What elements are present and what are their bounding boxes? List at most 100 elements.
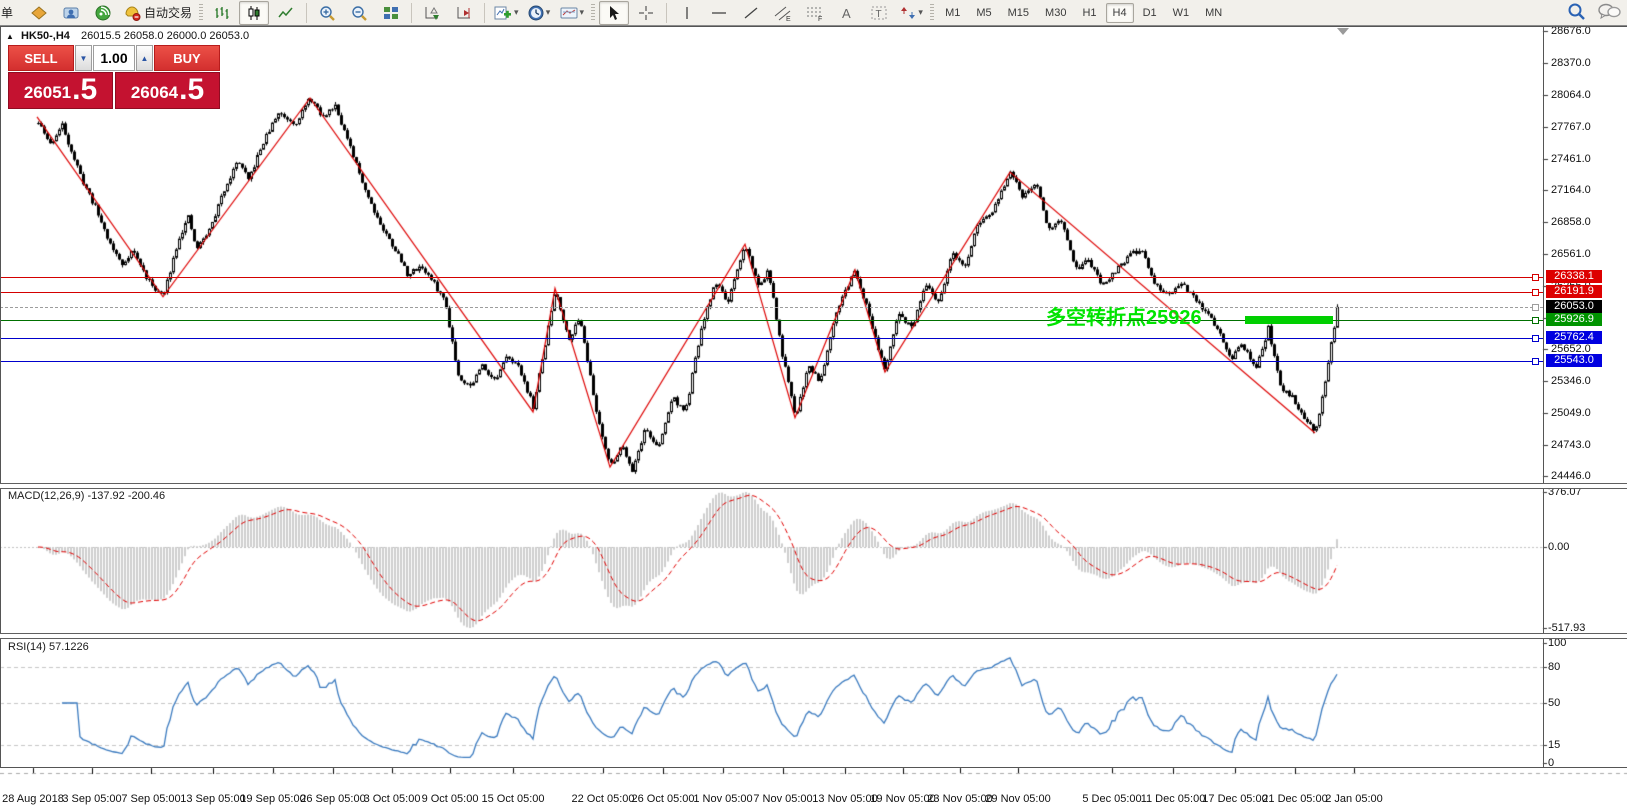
volume-input[interactable]: [94, 46, 134, 70]
horizontal-line[interactable]: [0, 292, 1543, 293]
line-anchor-marker: [1532, 358, 1539, 365]
timeframe-mn[interactable]: MN: [1198, 3, 1229, 23]
buy-button[interactable]: BUY: [154, 45, 220, 71]
toolbar: 单 自动交易 ▾ ▾ ▾ E F A T ▾ M1 M5 M15 M30 H1 …: [0, 0, 1627, 26]
sell-price-fraction: .5: [72, 73, 98, 106]
horizontal-line[interactable]: [0, 277, 1543, 278]
fibonacci-tool-icon[interactable]: F: [800, 1, 830, 25]
equidistant-channel-tool-icon[interactable]: E: [768, 1, 798, 25]
price-tick-label: 25346.0: [1551, 375, 1591, 388]
cursor-tool-icon[interactable]: [599, 0, 630, 25]
toolbar-grip[interactable]: [199, 3, 204, 22]
bar-chart-type-icon[interactable]: [207, 1, 237, 25]
svg-text:A: A: [842, 6, 851, 21]
price-tag: 26338.1: [1546, 270, 1602, 283]
timeframe-m5[interactable]: M5: [969, 3, 998, 23]
line-chart-type-icon[interactable]: [271, 1, 301, 25]
price-tick-label: 27767.0: [1551, 120, 1591, 133]
zoom-out-icon[interactable]: [344, 1, 374, 25]
vertical-line-tool-icon[interactable]: [672, 1, 702, 25]
price-tick-label: 26858.0: [1551, 216, 1591, 229]
price-tag: 26053.0: [1546, 300, 1602, 313]
templates-button[interactable]: ▾: [556, 1, 588, 25]
timeframe-m30[interactable]: M30: [1038, 3, 1073, 23]
timeframe-h4[interactable]: H4: [1105, 2, 1134, 23]
line-anchor-marker: [1532, 304, 1539, 311]
volume-increase-button[interactable]: ▲: [136, 45, 153, 71]
annotation-bar[interactable]: [1245, 316, 1333, 324]
chevron-down-icon: ▾: [579, 7, 585, 17]
price-tag: 26191.9: [1546, 285, 1602, 298]
timeframe-w1[interactable]: W1: [1166, 3, 1197, 23]
timeframe-d1[interactable]: D1: [1136, 3, 1164, 23]
candlestick-chart-type-icon[interactable]: [239, 0, 270, 25]
timeframe-bar: M1 M5 M15 M30 H1 H4 D1 W1 MN: [938, 2, 1229, 23]
new-order-button[interactable]: 单: [0, 1, 22, 25]
chart-left-border: [0, 27, 1, 767]
trendline-tool-icon[interactable]: [736, 1, 766, 25]
price-tick-label: 25049.0: [1551, 406, 1591, 419]
one-click-toggle-icon[interactable]: ▲: [6, 32, 14, 41]
periods-button[interactable]: ▾: [524, 1, 554, 25]
svg-text:T: T: [876, 9, 882, 20]
strategy-tester-icon[interactable]: [56, 1, 86, 25]
sell-price-button[interactable]: 26051 .5: [8, 72, 113, 109]
auto-scroll-icon[interactable]: [417, 1, 447, 25]
chevron-down-icon: ▾: [514, 7, 519, 17]
volume-decrease-button[interactable]: ▼: [75, 45, 92, 71]
pane-splitter[interactable]: [0, 633, 1627, 639]
zoom-in-icon[interactable]: [312, 1, 342, 25]
date-label: 15 Oct 05:00: [481, 793, 545, 805]
buy-price-button[interactable]: 26064 .5: [115, 72, 220, 109]
horizontal-line[interactable]: [0, 338, 1543, 339]
text-label-tool-icon[interactable]: T: [864, 1, 894, 25]
chart-bottom-border: [0, 767, 1627, 768]
date-label: 29 Nov 05:00: [985, 793, 1051, 805]
macd-label: MACD(12,26,9) -137.92 -200.46: [8, 490, 166, 502]
timeframe-h1[interactable]: H1: [1075, 3, 1103, 23]
price-tick-label: 27461.0: [1551, 152, 1591, 165]
text-tool-icon[interactable]: A: [832, 1, 862, 25]
chart-shift-icon[interactable]: [449, 1, 479, 25]
new-chart-button[interactable]: ▾: [490, 1, 522, 25]
rsi-axis-label: 80: [1548, 661, 1561, 673]
rsi-axis-label: 50: [1548, 697, 1561, 709]
chat-icon[interactable]: [1597, 2, 1621, 22]
crosshair-tool-icon[interactable]: [631, 1, 661, 25]
arrows-tool-button[interactable]: ▾: [896, 1, 926, 25]
date-label: 2 Jan 05:00: [1325, 793, 1383, 805]
current-price-line[interactable]: [0, 307, 1543, 308]
autotrading-button[interactable]: 自动交易: [120, 1, 195, 25]
pane-splitter[interactable]: [0, 483, 1627, 489]
horizontal-line-tool-icon[interactable]: [704, 1, 734, 25]
buy-price: 26064: [130, 83, 179, 102]
signals-icon[interactable]: [88, 1, 118, 25]
chart-canvas[interactable]: [0, 0, 1627, 809]
svg-text:E: E: [786, 16, 791, 22]
mt4-window: { "toolbar": { "order_label": "单", "auto…: [0, 0, 1627, 809]
price-tag: 25926.9: [1546, 313, 1602, 326]
line-anchor-marker: [1532, 335, 1539, 342]
symbol-header: ▲ HK50-,H4 26015.5 26058.0 26000.0 26053…: [6, 30, 249, 42]
timeframe-m1[interactable]: M1: [938, 3, 967, 23]
price-tick-label: 24446.0: [1551, 470, 1591, 482]
chart-shift-marker[interactable]: [1337, 28, 1349, 35]
toolbar-grip[interactable]: [930, 3, 935, 22]
price-tick-label: 28064.0: [1551, 89, 1591, 102]
volume-box: [93, 45, 135, 71]
sell-button[interactable]: SELL: [8, 45, 74, 71]
search-icon[interactable]: [1567, 2, 1587, 22]
chart-top-border: [0, 26, 1627, 27]
toolbar-grip[interactable]: [591, 3, 596, 22]
line-anchor-marker: [1532, 289, 1539, 296]
horizontal-line[interactable]: [0, 361, 1543, 362]
price-axis-border: [1543, 27, 1544, 767]
price-tick-label: 27164.0: [1551, 184, 1591, 197]
chevron-down-icon: ▾: [918, 7, 923, 17]
one-click-trading-panel: SELL ▼ ▲ BUY 26051 .5 26064 .5: [8, 45, 220, 109]
market-watch-icon[interactable]: [24, 1, 54, 25]
buy-price-fraction: .5: [179, 73, 205, 106]
annotation-text[interactable]: 多空转折点25926: [1046, 301, 1202, 330]
tile-windows-icon[interactable]: [376, 1, 406, 25]
timeframe-m15[interactable]: M15: [1001, 3, 1036, 23]
